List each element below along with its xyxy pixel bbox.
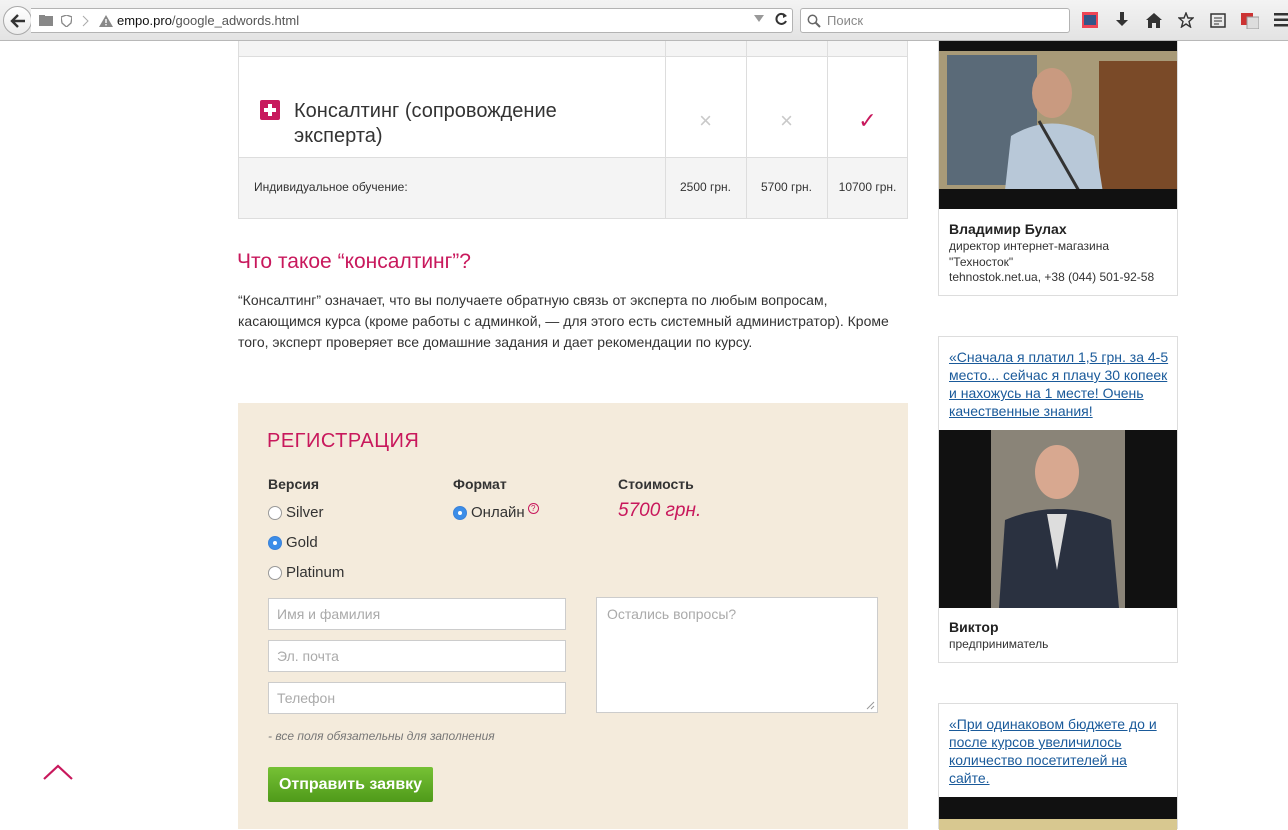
testimonial-card: «При одинаковом бюджете до и после курсо… (938, 703, 1178, 829)
consulting-text: “Консалтинг” означает, что вы получаете … (238, 290, 908, 353)
url-domain: empo.pro (117, 13, 172, 28)
comparison-table: Консалтинг (сопровождение эксперта) × × … (238, 41, 908, 219)
cross-icon: × (746, 109, 827, 133)
price-silver: 2500 грн. (665, 180, 746, 194)
reload-icon[interactable] (774, 12, 788, 26)
registration-title: РЕГИСТРАЦИЯ (267, 430, 419, 453)
radio-button[interactable] (453, 506, 467, 520)
url-bar[interactable]: empo.pro/google_adwords.html (31, 8, 793, 33)
radio-label: Онлайн (471, 504, 525, 521)
home-icon[interactable] (1144, 10, 1163, 30)
email-field[interactable]: Эл. почта (268, 640, 566, 672)
person-contact: tehnostok.net.ua, +38 (044) 501-92-58 (949, 269, 1154, 285)
person-photo-icon (939, 430, 1177, 608)
submit-button[interactable]: Отправить заявку (268, 767, 433, 802)
testimonial-quote[interactable]: «Сначала я платил 1,5 грн. за 4-5 место.… (949, 348, 1171, 420)
chevron-right-icon (79, 15, 93, 27)
table-row-top (239, 41, 907, 57)
consulting-title: Что такое “консалтинг”? (237, 250, 471, 274)
person-role: директор интернет-магазина (949, 238, 1109, 254)
radio-button[interactable] (268, 506, 282, 520)
cost-label: Стоимость (618, 476, 694, 492)
radio-label: Silver (286, 504, 324, 521)
name-field[interactable]: Имя и фамилия (268, 598, 566, 630)
radio-button[interactable] (268, 566, 282, 580)
radio-online[interactable]: Онлайн ? (453, 504, 539, 521)
search-icon (807, 14, 821, 28)
radio-silver[interactable]: Silver (268, 504, 324, 521)
price-value: 5700 грн. (618, 500, 701, 522)
warning-icon[interactable] (99, 15, 113, 27)
translate-icon[interactable] (1240, 10, 1259, 30)
cross-icon: × (665, 109, 746, 133)
plus-icon[interactable] (260, 100, 280, 120)
resize-grip-icon[interactable] (866, 701, 875, 710)
radio-label: Gold (286, 534, 318, 551)
dropdown-arrow-icon[interactable] (754, 15, 764, 23)
browser-toolbar: empo.pro/google_adwords.html Поиск (0, 0, 1288, 41)
phone-field[interactable]: Телефон (268, 682, 566, 714)
help-icon[interactable]: ? (528, 503, 539, 514)
arrow-left-icon (10, 14, 26, 28)
radio-platinum[interactable]: Platinum (268, 564, 344, 581)
person-role: предприниматель (949, 636, 1048, 652)
reader-icon[interactable] (1208, 10, 1227, 30)
registration-form: РЕГИСТРАЦИЯ Версия Формат Стоимость Silv… (238, 403, 908, 829)
search-bar[interactable]: Поиск (800, 8, 1070, 33)
testimonial-video[interactable] (939, 797, 1177, 830)
format-label: Формат (453, 476, 507, 492)
person-photo-icon (939, 41, 1177, 209)
price-platinum: 10700 грн. (827, 180, 908, 194)
radio-label: Platinum (286, 564, 344, 581)
tabs-icon[interactable] (39, 15, 53, 27)
url-text: empo.pro/google_adwords.html (117, 13, 299, 28)
check-icon: ✓ (827, 109, 908, 133)
feature-title: Консалтинг (сопровождение эксперта) (294, 99, 594, 149)
bookmark-star-icon[interactable] (1176, 10, 1195, 30)
questions-placeholder: Остались вопросы? (607, 606, 736, 622)
questions-textarea[interactable]: Остались вопросы? (596, 597, 878, 713)
menu-icon[interactable] (1272, 10, 1288, 30)
radio-gold[interactable]: Gold (268, 534, 318, 551)
person-company: "Техносток" (949, 254, 1013, 270)
table-row-consulting: Консалтинг (сопровождение эксперта) × × … (239, 57, 907, 157)
person-name: Владимир Булах (949, 221, 1067, 237)
shield-icon[interactable] (59, 15, 73, 27)
testimonial-video[interactable] (939, 41, 1177, 209)
version-label: Версия (268, 476, 319, 492)
required-note: - все поля обязательны для заполнения (268, 729, 495, 743)
scroll-up-icon[interactable] (43, 762, 73, 782)
back-button[interactable] (3, 6, 32, 35)
download-icon[interactable] (1112, 10, 1131, 30)
testimonial-card: «Сначала я платил 1,5 грн. за 4-5 место.… (938, 336, 1178, 663)
testimonial-video[interactable] (939, 430, 1177, 608)
radio-button[interactable] (268, 536, 282, 550)
person-name: Виктор (949, 619, 999, 635)
extension-icon[interactable] (1080, 10, 1099, 30)
url-path: /google_adwords.html (172, 13, 299, 28)
search-placeholder: Поиск (827, 13, 863, 28)
testimonial-quote[interactable]: «При одинаковом бюджете до и после курсо… (949, 715, 1171, 787)
testimonial-card: Владимир Булах директор интернет-магазин… (938, 41, 1178, 296)
video-thumbnail-icon (939, 797, 1177, 830)
price-gold: 5700 грн. (746, 180, 827, 194)
row-label: Индивидуальное обучение: (254, 180, 408, 194)
